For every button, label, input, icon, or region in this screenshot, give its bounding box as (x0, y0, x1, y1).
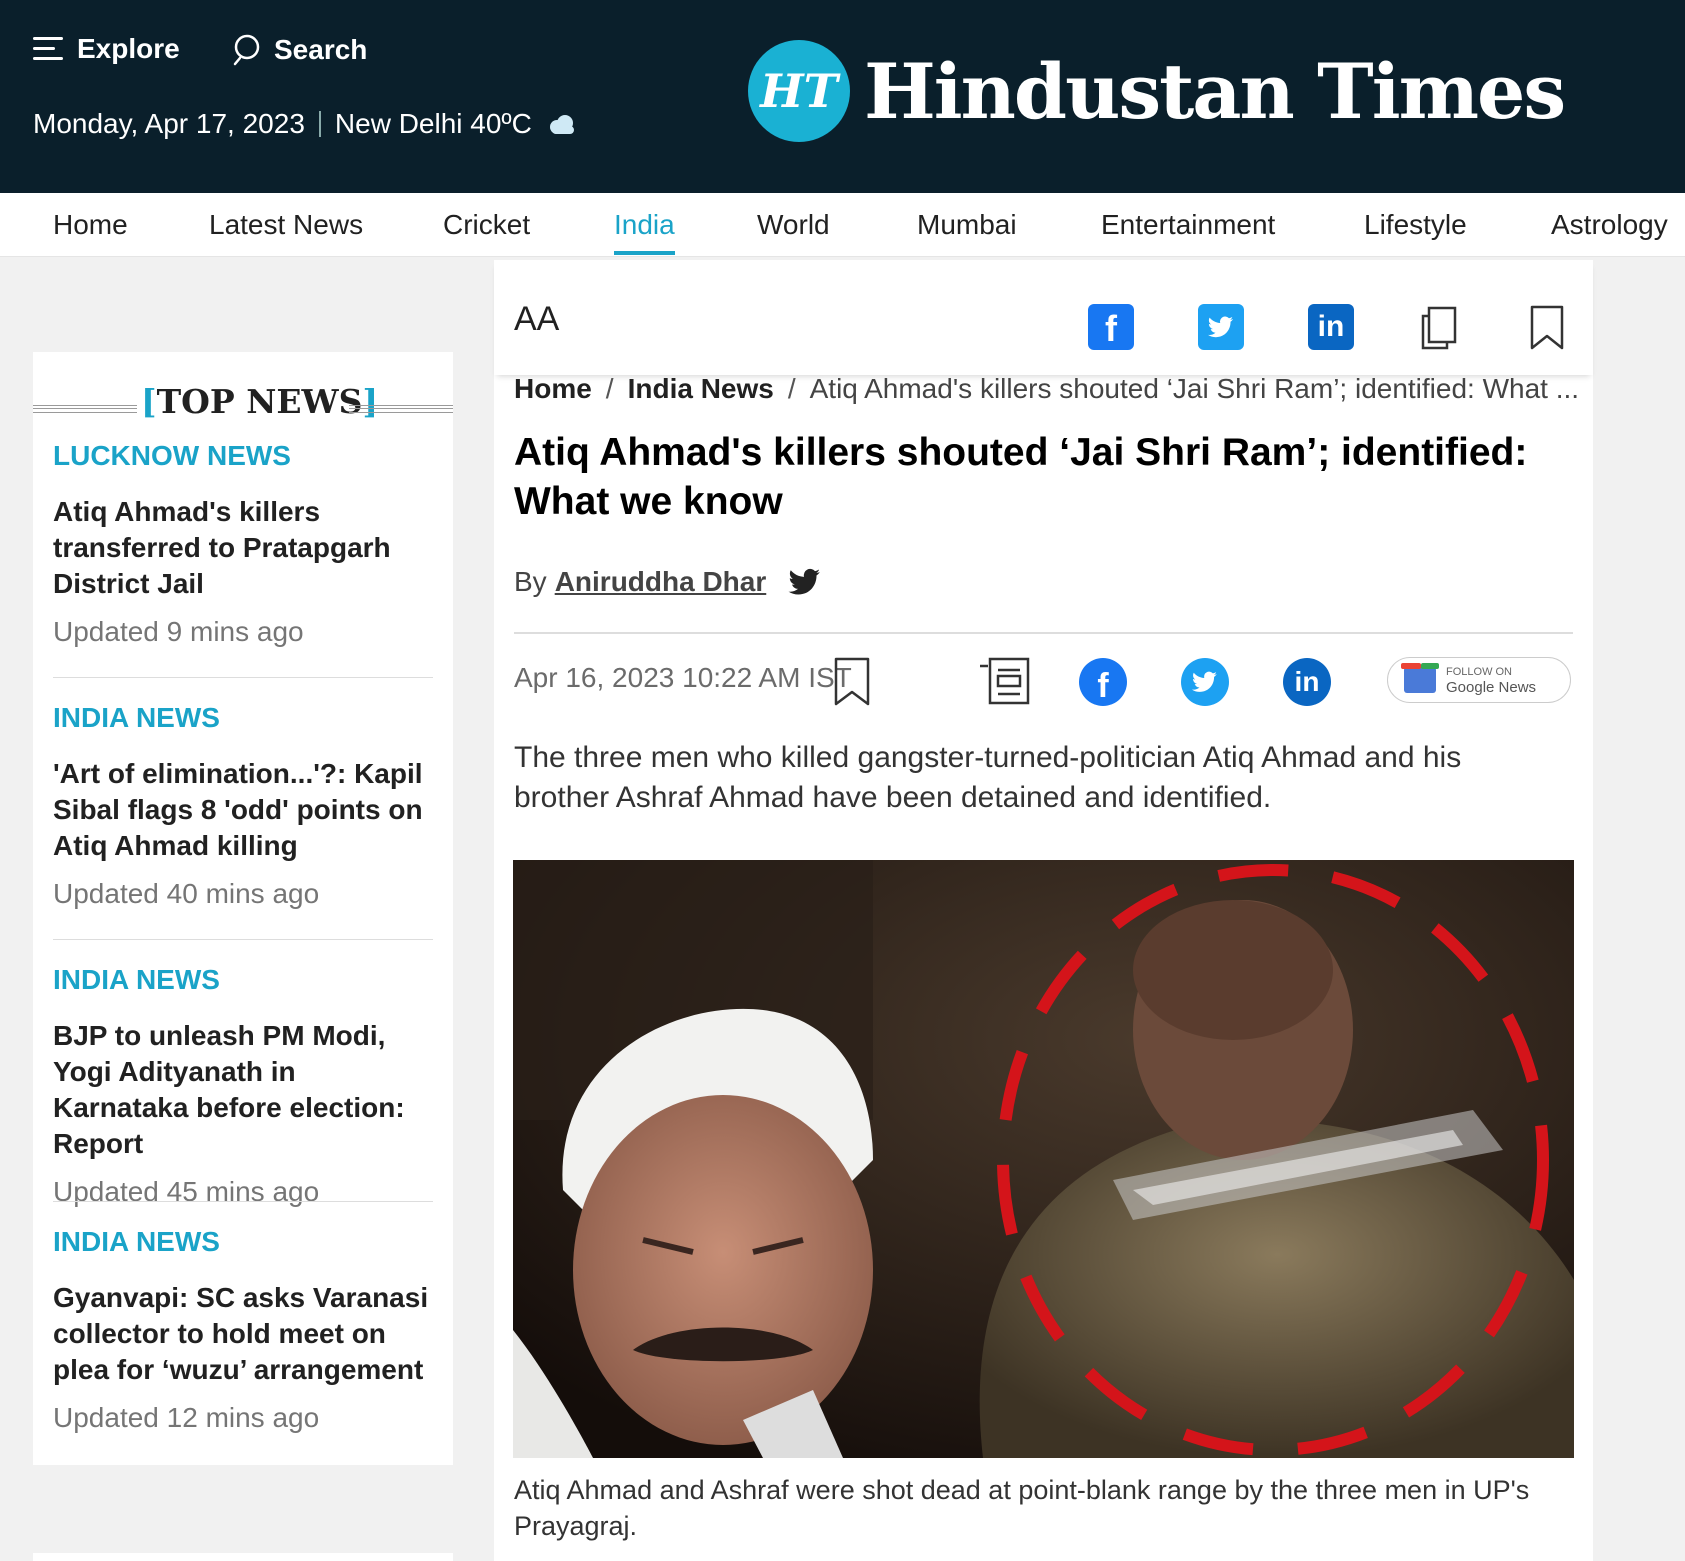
divider (53, 939, 433, 940)
publish-date: Apr 16, 2023 10:22 AM IST (514, 662, 852, 693)
cloud-icon (549, 115, 574, 134)
top-news-label: TOP NEWS (156, 382, 363, 421)
news-label: News (1498, 679, 1537, 696)
top-news-title: [TOP NEWS] (141, 382, 379, 421)
news-time: Updated 9 mins ago (53, 616, 304, 647)
date-weather: Monday, Apr 17, 2023 New Delhi 40ºC (33, 108, 578, 140)
photo-illustration (513, 860, 1574, 1458)
font-size-label: AA (514, 300, 560, 338)
sidebar-next-card (33, 1553, 453, 1561)
search-button[interactable]: Search (232, 33, 367, 67)
news-time: Updated 45 mins ago (53, 1176, 320, 1207)
breadcrumb: Home / India News / Atiq Ahmad's killers… (514, 373, 1579, 405)
list-item[interactable]: LUCKNOW NEWS Atiq Ahmad's killers transf… (53, 440, 433, 648)
divider (53, 1201, 433, 1202)
nav-world[interactable]: World (757, 209, 830, 241)
logo-wordmark: Hindustan Times (864, 46, 1566, 136)
news-title[interactable]: 'Art of elimination...'?: Kapil Sibal fl… (53, 756, 433, 864)
current-date: Monday, Apr 17, 2023 (33, 108, 305, 139)
article-photo[interactable] (513, 860, 1574, 1458)
article-summary: The three men who killed gangster-turned… (514, 741, 1462, 814)
list-item[interactable]: INDIA NEWS 'Art of elimination...'?: Kap… (53, 702, 433, 910)
hamburger-icon (33, 37, 65, 61)
font-size-button[interactable]: AA (514, 300, 559, 339)
explore-button[interactable]: Explore (33, 33, 180, 65)
list-item[interactable]: INDIA NEWS BJP to unleash PM Modi, Yogi … (53, 964, 433, 1208)
news-title[interactable]: Gyanvapi: SC asks Varanasi collector to … (53, 1280, 433, 1388)
breadcrumb-home[interactable]: Home (514, 373, 592, 405)
google-label: Google (1446, 679, 1495, 696)
by-label: By (514, 566, 547, 597)
breadcrumb-india-news[interactable]: India News (628, 373, 774, 405)
breadcrumb-current: Atiq Ahmad's killers shouted ‘Jai Shri R… (809, 373, 1580, 404)
linkedin-share-icon[interactable]: in (1283, 658, 1331, 706)
news-time: Updated 12 mins ago (53, 1402, 320, 1433)
heading-rule-right (349, 405, 453, 413)
nav-cricket[interactable]: Cricket (443, 209, 530, 241)
article: AA f in Home / India News / Atiq Ahmad's… (494, 260, 1593, 1561)
facebook-share-icon[interactable]: f (1088, 304, 1134, 350)
article-toolbar: AA f in (494, 260, 1593, 375)
divider (514, 632, 1573, 634)
news-time: Updated 40 mins ago (53, 878, 320, 909)
news-category[interactable]: LUCKNOW NEWS (53, 440, 433, 472)
nav-india[interactable]: India (614, 209, 675, 255)
nav-astrology[interactable]: Astrology (1551, 209, 1668, 241)
masthead: Explore Search Monday, Apr 17, 2023 New … (0, 0, 1685, 193)
top-news-heading: [TOP NEWS] (33, 382, 453, 432)
search-label: Search (274, 34, 368, 65)
divider (53, 677, 433, 678)
bookmark-icon[interactable] (832, 656, 872, 708)
reader-mode-icon[interactable] (978, 656, 1032, 706)
twitter-author-icon[interactable] (786, 567, 824, 597)
article-headline: Atiq Ahmad's killers shouted ‘Jai Shri R… (514, 431, 1528, 523)
copy-icon[interactable] (1416, 304, 1462, 350)
nav-mumbai[interactable]: Mumbai (917, 209, 1017, 241)
heading-rule-left (33, 405, 137, 413)
site-logo[interactable]: HT Hindustan Times (748, 40, 1566, 142)
main-nav: Home Latest News Cricket India World Mum… (0, 193, 1685, 257)
explore-label: Explore (77, 33, 180, 64)
ht-logo-icon: HT (748, 40, 850, 142)
news-category[interactable]: INDIA NEWS (53, 702, 433, 734)
news-title[interactable]: Atiq Ahmad's killers transferred to Prat… (53, 494, 433, 602)
nav-latest-news[interactable]: Latest News (209, 209, 363, 241)
breadcrumb-separator: / (605, 373, 614, 404)
byline: By Aniruddha Dhar (514, 566, 824, 598)
news-category[interactable]: INDIA NEWS (53, 1226, 433, 1258)
twitter-share-icon[interactable] (1198, 304, 1244, 350)
news-title[interactable]: BJP to unleash PM Modi, Yogi Adityanath … (53, 1018, 433, 1162)
photo-caption: Atiq Ahmad and Ashraf were shot dead at … (514, 1475, 1530, 1541)
facebook-share-icon[interactable]: f (1079, 658, 1127, 706)
divider (318, 111, 321, 137)
twitter-share-icon[interactable] (1181, 658, 1229, 706)
nav-lifestyle[interactable]: Lifestyle (1364, 209, 1467, 241)
google-news-follow-button[interactable]: FOLLOW ON Google News (1387, 657, 1571, 703)
author-link[interactable]: Aniruddha Dhar (555, 566, 767, 598)
list-item[interactable]: INDIA NEWS Gyanvapi: SC asks Varanasi co… (53, 1226, 433, 1434)
news-category[interactable]: INDIA NEWS (53, 964, 433, 996)
google-news-icon (1401, 663, 1439, 693)
follow-on-label: FOLLOW ON (1446, 666, 1513, 678)
bookmark-icon[interactable] (1524, 304, 1570, 350)
search-icon (233, 34, 260, 66)
weather-text: New Delhi 40ºC (334, 108, 532, 139)
breadcrumb-separator: / (787, 373, 796, 404)
nav-home[interactable]: Home (53, 209, 128, 241)
nav-entertainment[interactable]: Entertainment (1101, 209, 1275, 241)
top-news-sidebar: [TOP NEWS] LUCKNOW NEWS Atiq Ahmad's kil… (33, 352, 453, 1465)
linkedin-share-icon[interactable]: in (1308, 304, 1354, 350)
